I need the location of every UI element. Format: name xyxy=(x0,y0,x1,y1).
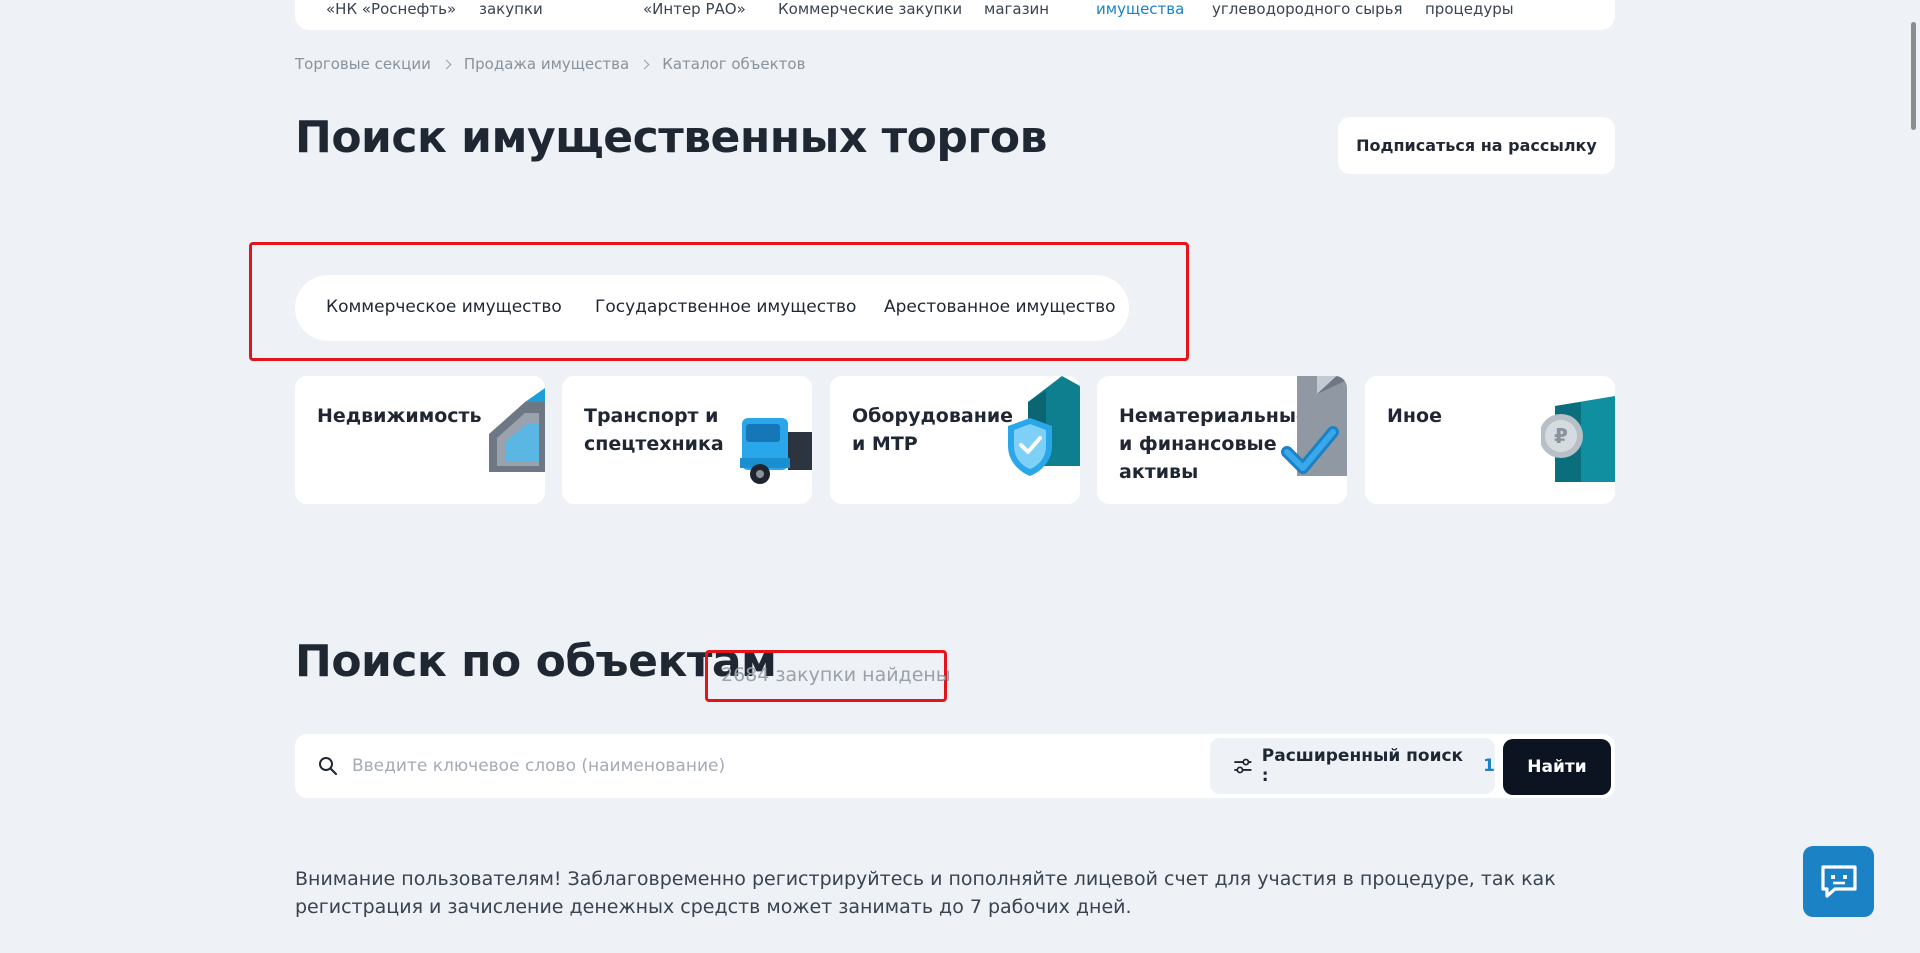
search-input[interactable] xyxy=(352,751,1192,781)
category-label: Иное xyxy=(1387,405,1442,427)
search-icon xyxy=(319,757,338,776)
category-label: Транспорт и спецтехника xyxy=(584,405,724,455)
nav-item-property[interactable]: имущества xyxy=(1096,0,1184,18)
breadcrumb: Торговые секции Продажа имущества Катало… xyxy=(295,55,805,73)
found-count: 2684 закупки найдены xyxy=(721,664,951,686)
category-card-other[interactable]: Иное ₽ xyxy=(1365,376,1615,504)
truck-icon xyxy=(740,418,812,484)
nav-item-rosneft[interactable]: «НК «Роснефть» xyxy=(326,0,456,18)
breadcrumb-property-sale[interactable]: Продажа имущества xyxy=(464,55,629,73)
coin-icon: ₽ xyxy=(1541,396,1615,482)
tab-commercial-property[interactable]: Коммерческое имущество xyxy=(326,297,562,317)
nav-item-hydrocarbons[interactable]: углеводородного сырья xyxy=(1212,0,1403,18)
search-bar: Расширенный поиск : 1 Найти xyxy=(295,734,1615,798)
nav-item-commercial-purchases[interactable]: Коммерческие закупки xyxy=(778,0,962,18)
nav-item-procedures[interactable]: процедуры xyxy=(1425,0,1514,18)
chat-widget-button[interactable] xyxy=(1803,846,1874,917)
subscribe-button[interactable]: Подписаться на рассылку xyxy=(1338,117,1615,174)
document-check-icon xyxy=(1281,376,1347,476)
breadcrumb-catalog: Каталог объектов xyxy=(662,55,806,73)
advanced-search-label: Расширенный поиск : xyxy=(1261,746,1464,786)
nav-item-zakupki[interactable]: закупки xyxy=(479,0,543,18)
page-scrollbar[interactable] xyxy=(1911,22,1916,130)
property-type-tabs: Коммерческое имущество Государственное и… xyxy=(295,275,1129,341)
chevron-right-icon xyxy=(441,59,452,69)
advanced-filter-count: 1 xyxy=(1483,756,1495,776)
page-title: Поиск имущественных торгов xyxy=(295,112,1047,163)
category-card-transport[interactable]: Транспорт и спецтехника xyxy=(562,376,812,504)
category-label: Оборудование и МТР xyxy=(852,405,1014,455)
category-label: Нематериальные и финансовые активы xyxy=(1119,405,1309,483)
advanced-search-button[interactable]: Расширенный поиск : 1 xyxy=(1210,738,1495,794)
breadcrumb-trading-sections[interactable]: Торговые секции xyxy=(295,55,431,73)
shield-check-icon xyxy=(1008,376,1080,476)
svg-text:₽: ₽ xyxy=(1554,424,1568,448)
chat-icon xyxy=(1820,864,1857,898)
category-card-equipment[interactable]: Оборудование и МТР xyxy=(830,376,1080,504)
tab-arrested-property[interactable]: Арестованное имущество xyxy=(884,297,1116,317)
tab-state-property[interactable]: Государственное имущество xyxy=(595,297,856,317)
house-icon xyxy=(489,388,545,472)
nav-item-shop[interactable]: магазин xyxy=(984,0,1049,18)
find-button[interactable]: Найти xyxy=(1503,739,1611,795)
filter-sliders-icon xyxy=(1234,758,1252,774)
category-card-real-estate[interactable]: Недвижимость xyxy=(295,376,545,504)
top-navigation: «НК «Роснефть» закупки «Интер РАО» Комме… xyxy=(295,0,1615,30)
category-card-intangible-assets[interactable]: Нематериальные и финансовые активы xyxy=(1097,376,1347,504)
chevron-right-icon xyxy=(639,59,650,69)
nav-item-inter-rao[interactable]: «Интер РАО» xyxy=(643,0,746,18)
registration-notice: Внимание пользователям! Заблаговременно … xyxy=(295,868,1556,918)
category-label: Недвижимость xyxy=(317,405,482,427)
